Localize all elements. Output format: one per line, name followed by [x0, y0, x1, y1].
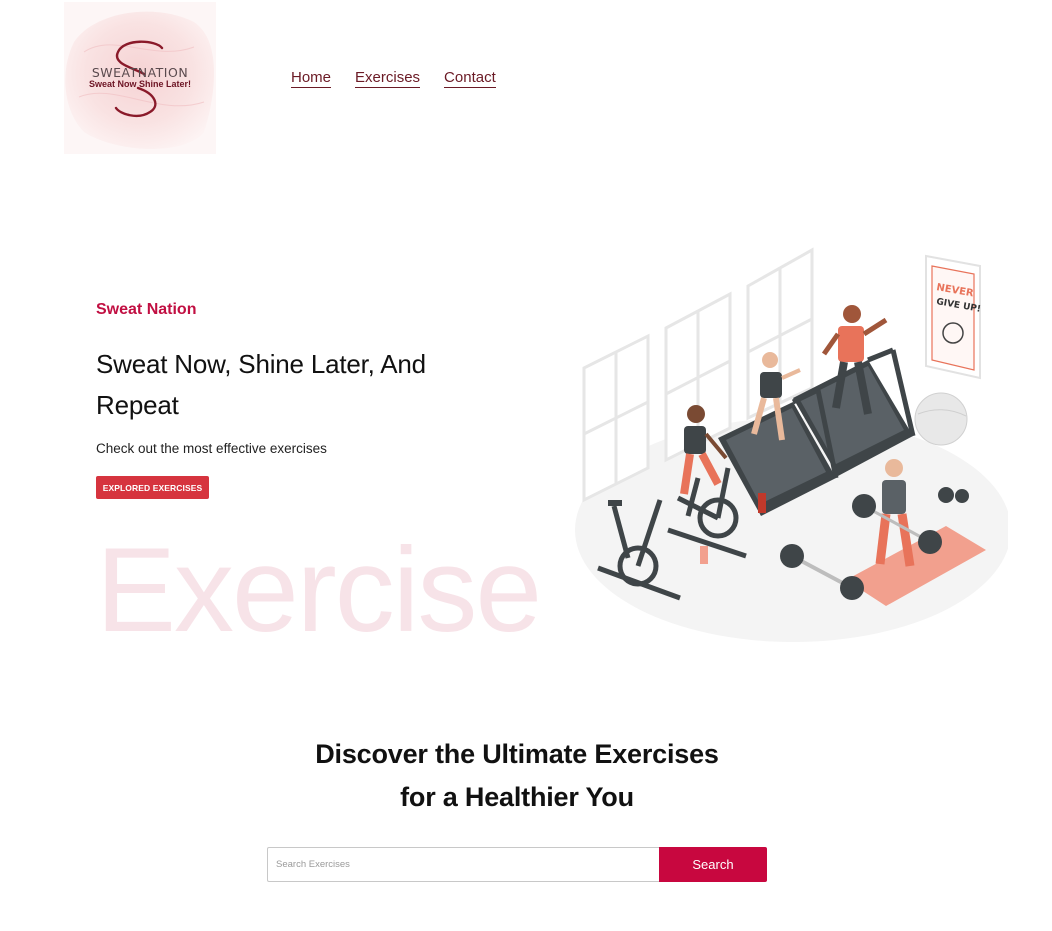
search-button[interactable]: Search: [659, 847, 767, 882]
hero-title: Sweat Now, Shine Later, And Repeat: [96, 349, 426, 420]
never-give-up-poster: NEVER GIVE UP!: [925, 254, 982, 380]
logo[interactable]: SWEATNATION Sweat Now Shine Later!: [64, 2, 216, 154]
discover-heading-text: Discover the Ultimate Exercises for a He…: [315, 739, 719, 812]
hero-subtitle: Check out the most effective exercises: [96, 441, 327, 456]
hero-watermark: Exercise: [96, 523, 542, 657]
explore-exercises-button[interactable]: EXPLORED EXERCISES: [96, 476, 209, 499]
gym-illustration: NEVER GIVE UP!: [568, 238, 1008, 650]
hero-eyebrow: Sweat Nation: [96, 301, 197, 318]
logo-brand-text: SWEATNATION: [91, 65, 189, 80]
nav-link-exercises[interactable]: Exercises: [355, 69, 421, 88]
nav-link-home[interactable]: Home: [291, 69, 332, 88]
nav-link-contact[interactable]: Contact: [444, 69, 496, 88]
main-nav: Home Exercises Contact: [291, 69, 496, 88]
logo-tagline: Sweat Now Shine Later!: [88, 79, 192, 89]
gym-scene-image: NEVER GIVE UP!: [575, 247, 1008, 642]
discover-heading: Discover the Ultimate Exercises for a He…: [0, 733, 1034, 819]
search-input[interactable]: [267, 847, 660, 882]
